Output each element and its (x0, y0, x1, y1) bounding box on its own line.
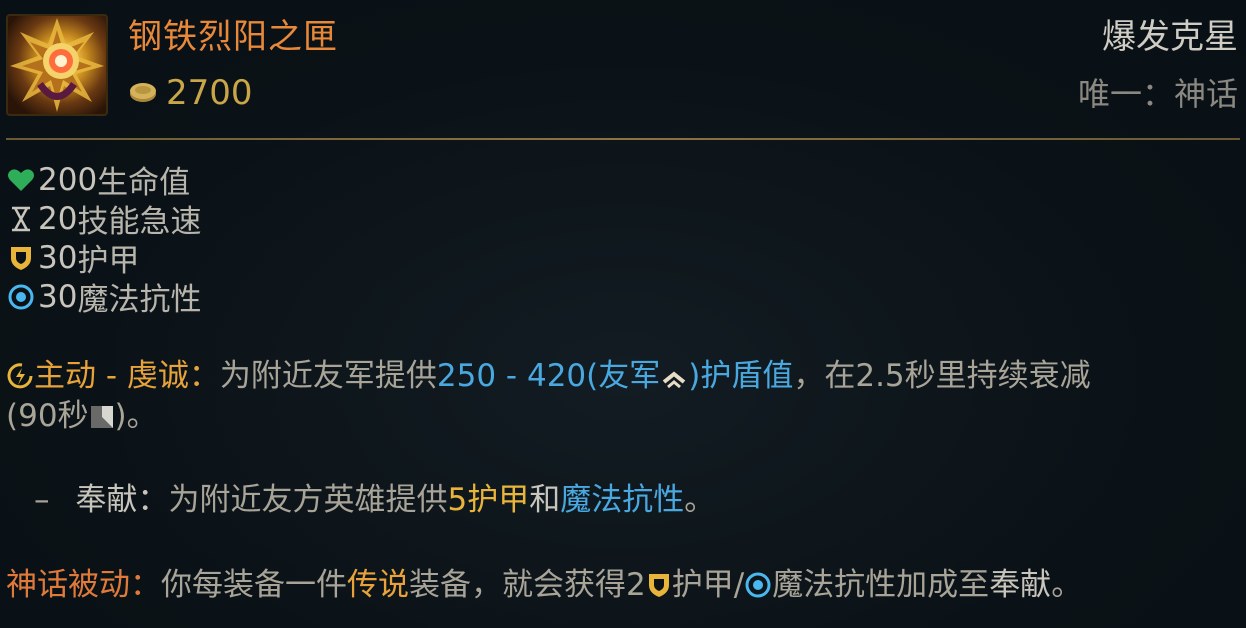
locket-of-the-iron-solari-icon (6, 14, 108, 116)
item-cost: 2700 (166, 73, 253, 113)
stat-ability-haste: 20 技能急速 (6, 199, 201, 240)
shield-value: 250 - 420(友军 (436, 358, 661, 394)
magic-resist-icon (6, 282, 36, 312)
health-heart-icon (6, 165, 36, 195)
item-category: 爆发克星 (1102, 17, 1238, 57)
magic-resist-icon (744, 569, 772, 609)
stat-armor: 30 护甲 (6, 238, 201, 279)
active-cooldown-line: (90秒)。 (6, 396, 158, 440)
stat-health: 200 生命值 (6, 160, 201, 201)
active-lightning-icon (6, 360, 34, 400)
armor-shield-icon (6, 243, 36, 273)
header-divider (6, 138, 1240, 140)
stats-list: 200 生命值 20 技能急速 30 护甲 30 魔法抗性 (6, 160, 201, 318)
ally-chevron-icon (660, 360, 688, 400)
armor-shield-icon (646, 569, 672, 609)
active-label: 主动 - 虔诚： (34, 358, 220, 394)
item-unique-tag: 唯一：神话 (1077, 75, 1238, 113)
consecrate-label: 奉献： (75, 482, 169, 518)
mythic-passive-label: 神话被动： (6, 567, 161, 603)
item-tooltip: 钢铁烈阳之匣 2700 爆发克星 唯一：神话 200 生命值 20 技能急速 30 护… (0, 0, 1246, 628)
gold-coin-icon (130, 83, 156, 102)
stat-magic-resist: 30 魔法抗性 (6, 277, 201, 318)
cooldown-icon (89, 400, 115, 440)
mythic-passive-line: 神话被动：你每装备一件传说装备，就会获得2 护甲/魔法抗性加成至奉献。 (6, 565, 1082, 609)
active-line: 主动 - 虔诚：为附近友军提供250 - 420(友军)护盾值，在2.5秒里持续… (6, 356, 1091, 400)
item-name: 钢铁烈阳之匣 (128, 17, 338, 57)
consecrate-line: – 奉献：为附近友方英雄提供5护甲和魔法抗性。 (34, 482, 716, 518)
ability-haste-hourglass-icon (6, 204, 36, 234)
